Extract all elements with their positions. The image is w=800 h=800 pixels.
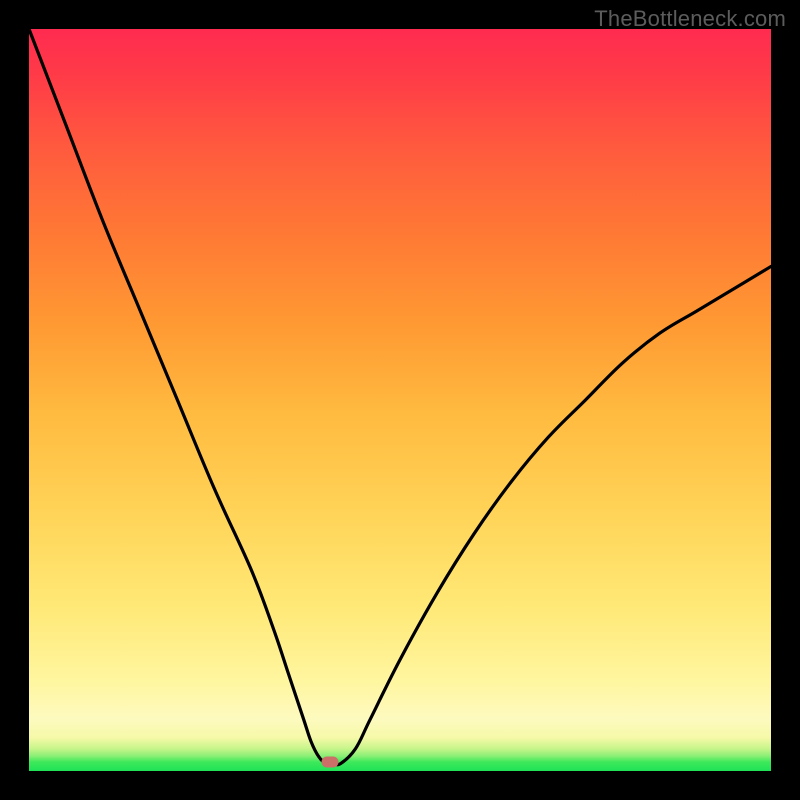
chart-frame: TheBottleneck.com [0,0,800,800]
plot-area [29,29,771,771]
optimal-marker [321,757,338,768]
bottleneck-curve [29,29,771,771]
